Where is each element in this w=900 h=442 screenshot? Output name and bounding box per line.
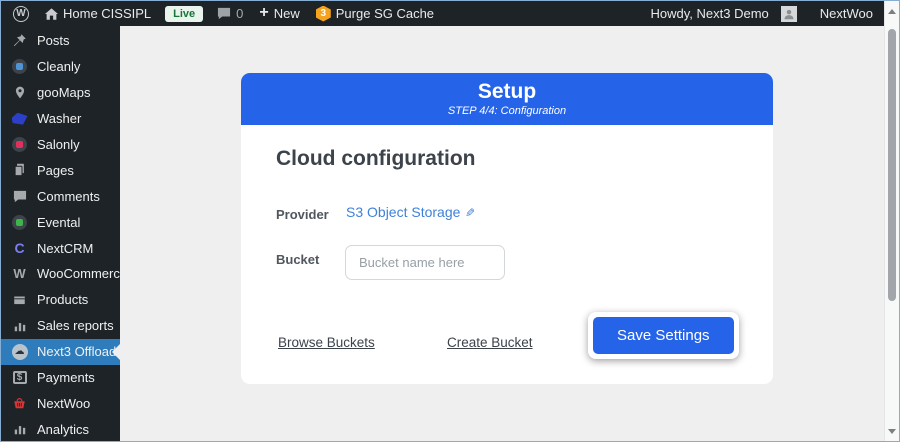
- scroll-down-arrow-icon[interactable]: [885, 423, 899, 439]
- live-badge[interactable]: Live: [165, 6, 203, 22]
- bar-chart-icon: [11, 317, 28, 334]
- woocommerce-icon: [11, 265, 28, 282]
- comment-icon: [11, 188, 28, 205]
- sidebar-item-comments[interactable]: Comments: [1, 183, 120, 209]
- sidebar-item-label: Products: [37, 292, 88, 307]
- sidebar-item-payments[interactable]: $ Payments: [1, 365, 120, 391]
- sidebar-item-evental[interactable]: Evental: [1, 209, 120, 235]
- section-title: Cloud configuration: [276, 147, 475, 171]
- bucket-label: Bucket: [276, 252, 319, 267]
- sidebar-item-nextcrm[interactable]: NextCRM: [1, 235, 120, 261]
- sidebar-item-pages[interactable]: Pages: [1, 157, 120, 183]
- wordpress-admin-window: W Home CISSIPL Live 0 New 3 Purge SG Cac…: [0, 0, 900, 442]
- provider-label: Provider: [276, 207, 329, 222]
- edit-pencil-icon: [465, 204, 475, 220]
- sidebar-item-label: Analytics: [37, 422, 89, 437]
- create-bucket-link[interactable]: Create Bucket: [447, 335, 533, 350]
- sidebar-item-label: Washer: [37, 111, 81, 126]
- sidebar-item-label: Pages: [37, 163, 74, 178]
- sidebar-item-sales-reports[interactable]: Sales reports: [1, 313, 120, 339]
- admin-sidebar: Posts Cleanly gooMaps Washer Salonly: [1, 26, 120, 442]
- comments-count: 0: [236, 6, 243, 21]
- avatar: [781, 6, 797, 22]
- setup-card-header: Setup STEP 4/4: Configuration: [241, 73, 773, 125]
- setup-card: Setup STEP 4/4: Configuration Cloud conf…: [241, 73, 773, 384]
- purge-sg-cache-button[interactable]: 3 Purge SG Cache: [308, 1, 442, 26]
- provider-value-text: S3 Object Storage: [346, 204, 460, 220]
- page-title: Setup: [478, 81, 536, 103]
- map-pin-icon: [11, 84, 28, 101]
- plus-icon: [259, 6, 268, 22]
- sidebar-item-label: Comments: [37, 189, 100, 204]
- evental-icon: [11, 214, 28, 231]
- sidebar-item-label: Payments: [37, 370, 95, 385]
- basket-icon: [11, 395, 28, 412]
- cleanly-icon: [11, 58, 28, 75]
- wordpress-logo-icon: W: [13, 6, 29, 22]
- sidebar-item-goomaps[interactable]: gooMaps: [1, 80, 120, 106]
- pages-icon: [11, 162, 28, 179]
- wordpress-menu[interactable]: W: [5, 1, 37, 26]
- nextwoo-label: NextWoo: [820, 6, 873, 21]
- nextwoo-menu[interactable]: NextWoo: [812, 6, 881, 21]
- comment-bubble-icon: [217, 7, 231, 20]
- pushpin-icon: [11, 32, 28, 49]
- howdy-account-menu[interactable]: Howdy, Next3 Demo: [643, 6, 812, 22]
- site-name: Home CISSIPL: [63, 6, 151, 21]
- new-content-menu[interactable]: New: [251, 1, 307, 26]
- cloud-icon: [11, 343, 28, 360]
- sidebar-item-label: NextWoo: [37, 396, 90, 411]
- save-settings-button-frame: Save Settings: [588, 312, 739, 359]
- sidebar-item-woocommerce[interactable]: WooCommerce: [1, 261, 120, 287]
- sidebar-item-washer[interactable]: Washer: [1, 106, 120, 132]
- setup-card-body: Cloud configuration Provider S3 Object S…: [241, 125, 773, 384]
- sidebar-item-products[interactable]: Products: [1, 287, 120, 313]
- dollar-icon: $: [11, 369, 28, 386]
- products-box-icon: [11, 291, 28, 308]
- sidebar-item-label: Evental: [37, 215, 80, 230]
- sidebar-item-label: Cleanly: [37, 59, 80, 74]
- site-home-link[interactable]: Home CISSIPL: [37, 1, 159, 26]
- sidebar-item-posts[interactable]: Posts: [1, 28, 120, 54]
- sidebar-item-salonly[interactable]: Salonly: [1, 132, 120, 158]
- sidebar-item-label: Sales reports: [37, 318, 114, 333]
- sidebar-item-label: NextCRM: [37, 241, 93, 256]
- sidebar-item-label: Next3 Offload: [37, 344, 116, 359]
- next3-hexagon-icon: 3: [316, 6, 331, 22]
- purge-label: Purge SG Cache: [336, 6, 434, 21]
- sidebar-item-cleanly[interactable]: Cleanly: [1, 54, 120, 80]
- sidebar-item-label: Salonly: [37, 137, 80, 152]
- new-label: New: [274, 6, 300, 21]
- sidebar-item-nextwoo[interactable]: NextWoo: [1, 390, 120, 416]
- comments-admin-link[interactable]: 0: [209, 1, 251, 26]
- sidebar-item-analytics[interactable]: Analytics: [1, 416, 120, 442]
- sidebar-item-label: WooCommerce: [37, 266, 127, 281]
- nextcrm-icon: [11, 240, 28, 257]
- vertical-scrollbar: [884, 1, 899, 441]
- washer-icon: [11, 110, 28, 127]
- admin-bar-right: Howdy, Next3 Demo NextWoo: [643, 6, 881, 22]
- admin-bar: W Home CISSIPL Live 0 New 3 Purge SG Cac…: [1, 1, 885, 26]
- bar-chart-icon: [11, 421, 28, 438]
- sidebar-item-next3-offload[interactable]: Next3 Offload: [1, 339, 120, 365]
- howdy-text: Howdy, Next3 Demo: [651, 6, 769, 21]
- scroll-up-arrow-icon[interactable]: [885, 3, 899, 19]
- save-settings-button[interactable]: Save Settings: [593, 317, 734, 354]
- salonly-icon: [11, 136, 28, 153]
- provider-value-link[interactable]: S3 Object Storage: [346, 204, 475, 220]
- bucket-name-input[interactable]: [345, 245, 505, 280]
- browse-buckets-link[interactable]: Browse Buckets: [278, 335, 375, 350]
- home-icon: [45, 8, 58, 20]
- step-indicator: STEP 4/4: Configuration: [448, 105, 566, 117]
- sidebar-item-label: Posts: [37, 33, 70, 48]
- scrollbar-thumb[interactable]: [888, 29, 896, 301]
- sidebar-item-label: gooMaps: [37, 85, 90, 100]
